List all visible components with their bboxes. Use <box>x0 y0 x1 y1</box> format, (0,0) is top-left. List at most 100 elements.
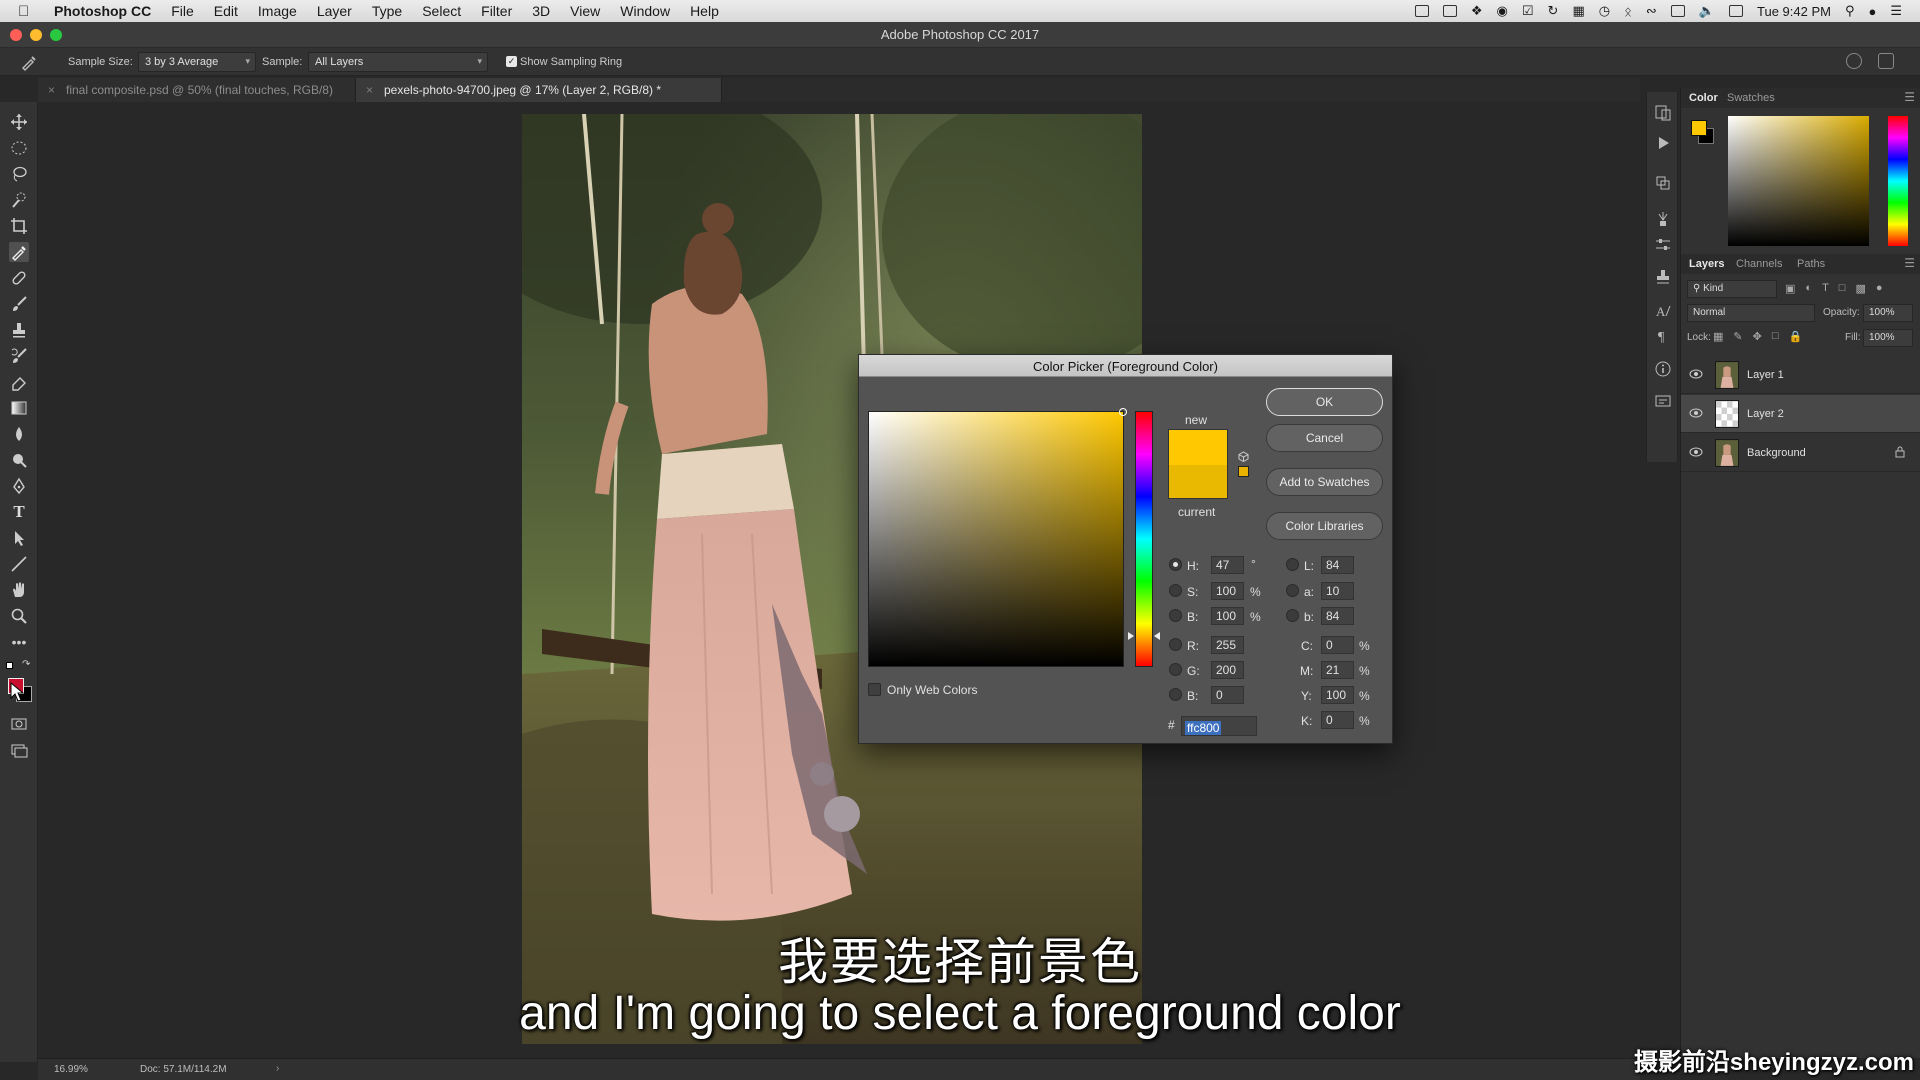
color-panel-field[interactable] <box>1728 116 1869 246</box>
menu-3d[interactable]: 3D <box>532 3 550 19</box>
saturation-radio[interactable] <box>1169 584 1182 597</box>
tab-final-composite[interactable]: × final composite.psd @ 50% (final touch… <box>38 78 356 102</box>
sync-icon[interactable]: ↻ <box>1548 3 1559 19</box>
pixel-filter-icon[interactable]: ▣ <box>1785 282 1795 298</box>
creative-cloud-icon[interactable]: ◉ <box>1497 3 1508 19</box>
tab-layers[interactable]: Layers <box>1689 258 1724 270</box>
b-channel-radio[interactable] <box>1286 609 1299 622</box>
close-tab-icon[interactable]: × <box>48 83 55 97</box>
quick-mask-button[interactable] <box>9 714 29 734</box>
hue-radio[interactable] <box>1169 558 1182 571</box>
time-machine-icon[interactable]: ◷ <box>1599 3 1610 19</box>
quick-selection-tool[interactable] <box>9 190 29 210</box>
fill-field[interactable]: 100% <box>1863 329 1913 347</box>
history-icon[interactable] <box>1654 104 1672 122</box>
smart-object-filter-icon[interactable]: ▩ <box>1855 282 1865 298</box>
lock-icon[interactable] <box>1895 446 1905 458</box>
opacity-field[interactable]: 100% <box>1863 304 1913 322</box>
checklist-icon[interactable]: ☑ <box>1522 3 1534 19</box>
spotlight-icon[interactable]: ⚲ <box>1845 3 1855 19</box>
airplay-icon[interactable] <box>1670 5 1685 17</box>
layer-name[interactable]: Layer 1 <box>1747 369 1784 381</box>
type-filter-icon[interactable]: T <box>1822 282 1829 298</box>
lock-all-icon[interactable]: 🔒 <box>1789 330 1803 343</box>
eye-icon[interactable] <box>1689 407 1703 419</box>
sample-size-select[interactable]: 3 by 3 Average ▾ <box>138 52 256 72</box>
hex-field[interactable]: ffc800 <box>1181 716 1257 736</box>
dropbox-icon[interactable]: ❖ <box>1471 3 1483 19</box>
hue-slider-left-handle[interactable] <box>1128 632 1134 640</box>
properties-icon[interactable] <box>1654 392 1672 410</box>
layer-name[interactable]: Layer 2 <box>1747 408 1784 420</box>
hue-slider-right-handle[interactable] <box>1154 632 1160 640</box>
move-tool[interactable] <box>9 112 29 132</box>
paragraph-icon[interactable]: ¶ <box>1654 326 1672 344</box>
dodge-tool[interactable] <box>9 450 29 470</box>
clone-stamp-tool[interactable] <box>9 320 29 340</box>
tab-swatches[interactable]: Swatches <box>1727 92 1775 104</box>
web-safe-cube-icon[interactable] <box>1238 451 1249 462</box>
panel-foreground-swatch[interactable] <box>1691 120 1707 136</box>
add-to-swatches-button[interactable]: Add to Swatches <box>1266 468 1383 496</box>
lock-artboard-icon[interactable]: □ <box>1772 330 1779 343</box>
lock-transparent-icon[interactable]: ▦ <box>1713 330 1723 343</box>
lock-position-icon[interactable]: ✥ <box>1753 330 1762 343</box>
only-web-colors-checkbox[interactable] <box>868 683 881 696</box>
sample-select[interactable]: All Layers ▾ <box>308 52 488 72</box>
brush-presets-icon[interactable] <box>1654 210 1672 228</box>
chevron-right-icon[interactable]: › <box>276 1063 279 1074</box>
menu-type[interactable]: Type <box>372 3 402 19</box>
tab-channels[interactable]: Channels <box>1736 258 1782 270</box>
menu-edit[interactable]: Edit <box>214 3 238 19</box>
history-brush-tool[interactable] <box>9 346 29 366</box>
saturation-brightness-field[interactable] <box>868 408 1127 667</box>
blue-radio[interactable] <box>1169 688 1182 701</box>
color-sample-ring[interactable] <box>1119 408 1127 416</box>
display-icon[interactable] <box>1442 5 1457 17</box>
eyedropper-preset-icon[interactable] <box>20 53 38 71</box>
clock[interactable]: Tue 9:42 PM <box>1757 4 1831 19</box>
brush-tool[interactable] <box>9 294 29 314</box>
show-sampling-ring-checkbox[interactable]: ✓ <box>506 56 517 67</box>
menu-file[interactable]: File <box>171 3 194 19</box>
layer-name[interactable]: Background <box>1747 447 1806 459</box>
black-field[interactable]: 0 <box>1321 711 1354 729</box>
cancel-button[interactable]: Cancel <box>1266 424 1383 452</box>
gradient-tool[interactable] <box>9 398 29 418</box>
bluetooth-icon[interactable]: ᛟ <box>1624 4 1632 19</box>
play-actions-icon[interactable] <box>1654 134 1672 152</box>
menu-layer[interactable]: Layer <box>317 3 352 19</box>
saturation-field[interactable]: 100 <box>1211 582 1244 600</box>
screen-mode-button[interactable] <box>9 740 29 760</box>
red-field[interactable]: 255 <box>1211 636 1244 654</box>
magenta-field[interactable]: 21 <box>1321 661 1354 679</box>
lasso-tool[interactable] <box>9 164 29 184</box>
eye-icon[interactable] <box>1689 446 1703 458</box>
lightness-field[interactable]: 84 <box>1321 556 1354 574</box>
default-colors-icon[interactable] <box>6 662 13 669</box>
menu-select[interactable]: Select <box>422 3 461 19</box>
search-icon[interactable] <box>1846 53 1862 69</box>
green-field[interactable]: 200 <box>1211 661 1244 679</box>
tab-paths[interactable]: Paths <box>1797 258 1825 270</box>
brightness-radio[interactable] <box>1169 609 1182 622</box>
libraries-icon[interactable] <box>1654 174 1672 192</box>
filter-toggle-icon[interactable]: ● <box>1876 282 1883 298</box>
lock-pixels-icon[interactable]: ✎ <box>1733 330 1742 343</box>
cyan-field[interactable]: 0 <box>1321 636 1354 654</box>
eye-icon[interactable] <box>1689 368 1703 380</box>
close-tab-icon[interactable]: × <box>366 83 373 97</box>
adjustment-filter-icon[interactable]: ◐ <box>1805 282 1812 298</box>
a-channel-radio[interactable] <box>1286 584 1299 597</box>
type-tool[interactable]: T <box>9 502 29 522</box>
adjustments-sliders-icon[interactable] <box>1654 236 1672 254</box>
ok-button[interactable]: OK <box>1266 388 1383 416</box>
screen-record-icon[interactable] <box>1414 5 1429 17</box>
brightness-field[interactable]: 100 <box>1211 607 1244 625</box>
wifi-icon[interactable]: ∾ <box>1646 3 1657 19</box>
path-selection-tool[interactable] <box>9 528 29 548</box>
blur-tool[interactable] <box>9 424 29 444</box>
blue-field[interactable]: 0 <box>1211 686 1244 704</box>
notification-center-icon[interactable]: ☰ <box>1890 3 1902 19</box>
zoom-tool[interactable] <box>9 606 29 626</box>
